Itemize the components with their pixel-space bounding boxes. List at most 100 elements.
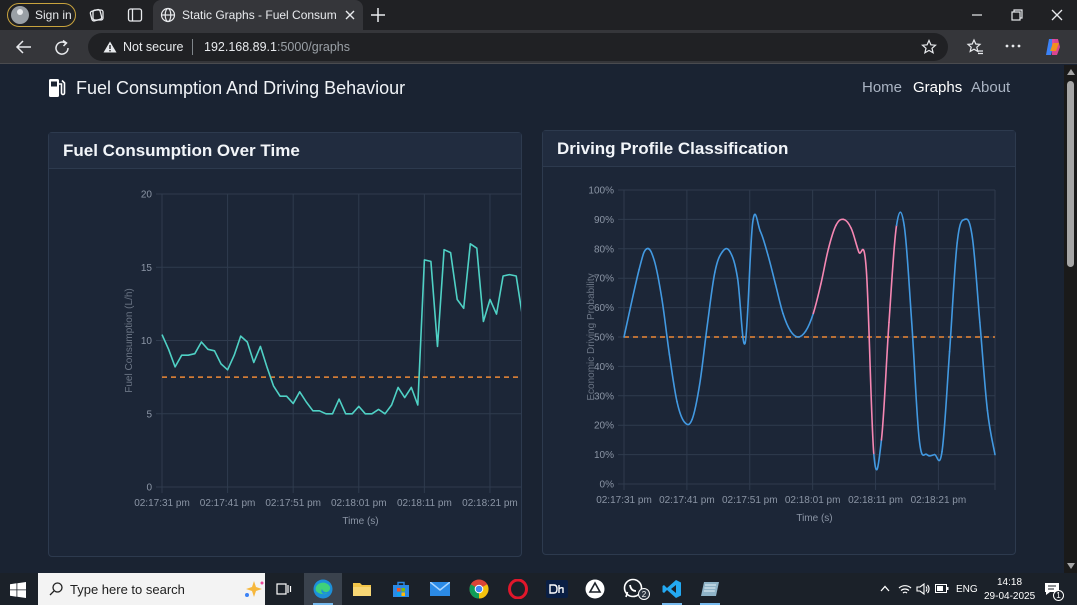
profile-series-segment (963, 218, 974, 238)
file-explorer-button[interactable] (343, 573, 381, 605)
restore-icon[interactable] (1009, 7, 1025, 23)
notes-app-icon (701, 582, 719, 596)
profile-series-segment (910, 321, 921, 441)
browser-tab-bar: Sign in Static Graphs - Fuel Consumption (0, 0, 1077, 30)
copilot-icon[interactable] (1043, 37, 1063, 57)
chrome-icon (469, 579, 489, 599)
profile-series-segment (986, 409, 996, 456)
profile-series-segment (767, 253, 777, 285)
nav-graphs[interactable]: Graphs (913, 79, 962, 96)
x-tick-label: 02:17:51 pm (265, 498, 321, 509)
minimize-icon[interactable] (969, 7, 985, 23)
whatsapp-button[interactable]: 2 (615, 573, 653, 605)
mail-icon (430, 582, 450, 596)
notification-badge: 1 (1053, 590, 1064, 601)
vscode-button[interactable] (653, 573, 691, 605)
profile-series-segment (880, 321, 890, 441)
clock-time[interactable]: 14:18 (997, 577, 1022, 588)
profile-series-segment (827, 224, 837, 250)
x-tick-label: 02:17:41 pm (659, 495, 715, 506)
task-view-icon (276, 583, 292, 595)
page-scrollbar[interactable] (1064, 65, 1077, 573)
y-tick-label: 5 (146, 409, 152, 420)
profile-series-segment (751, 213, 762, 232)
profile-series-segment (698, 324, 709, 385)
fuel-card-header: Fuel Consumption Over Time (49, 133, 521, 169)
close-window-icon[interactable] (1049, 7, 1065, 23)
scroll-up-icon[interactable] (1067, 69, 1075, 75)
workspaces-icon[interactable] (88, 6, 106, 24)
edge-taskbar-button[interactable] (304, 573, 342, 605)
task-view-button[interactable] (265, 573, 303, 605)
gas-pump-icon (49, 79, 66, 97)
y-tick-label: 60% (594, 303, 614, 314)
profile-series-segment (676, 400, 686, 424)
dev-app-button[interactable] (538, 573, 576, 605)
profile-series-segment (782, 312, 792, 332)
scroll-down-icon[interactable] (1067, 563, 1075, 569)
x-tick-label: 02:17:51 pm (722, 495, 778, 506)
y-tick-label: 90% (594, 215, 614, 226)
favorite-star-icon[interactable] (921, 39, 937, 55)
x-tick-label: 02:18:21 pm (911, 495, 967, 506)
scroll-thumb[interactable] (1067, 81, 1074, 267)
y-tick-label: 20% (594, 421, 614, 432)
back-arrow-icon[interactable] (15, 39, 33, 55)
profile-series-segment (956, 218, 966, 244)
search-highlight-icon[interactable] (243, 579, 265, 599)
profile-series-segment (729, 250, 739, 279)
search-placeholder: Type here to search (70, 582, 185, 597)
battery-icon[interactable] (935, 584, 949, 593)
language-indicator[interactable]: ENG (956, 584, 978, 595)
x-tick-label: 02:17:31 pm (134, 498, 190, 509)
profile-chart-title: Driving Profile Classification (557, 139, 789, 158)
y-tick-label: 80% (594, 244, 614, 255)
notes-app-button[interactable] (691, 573, 729, 605)
url-host: 192.168.89.1 (204, 40, 277, 54)
profile-series-segment (736, 277, 746, 345)
close-tab-icon[interactable] (343, 8, 357, 22)
reload-icon[interactable] (53, 39, 71, 57)
x-tick-label: 02:18:21 pm (462, 498, 518, 509)
vscode-icon (662, 580, 681, 598)
y-tick-label: 30% (594, 391, 614, 402)
volume-icon[interactable] (916, 583, 930, 595)
profile-series-segment (653, 259, 663, 300)
tab-actions-icon[interactable] (126, 6, 144, 24)
sign-in-button[interactable]: Sign in (7, 3, 76, 27)
chrome-button[interactable] (460, 573, 498, 605)
dev-app-icon (546, 580, 568, 598)
profile-series-segment (971, 236, 981, 324)
nav-about[interactable]: About (971, 79, 1010, 96)
brand-title[interactable]: Fuel Consumption And Driving Behaviour (76, 78, 405, 99)
x-tick-label: 02:17:41 pm (200, 498, 256, 509)
x-tick-label: 02:18:11 pm (848, 495, 903, 506)
mail-button[interactable] (421, 573, 459, 605)
fuel-series-line (161, 243, 521, 415)
profile-series-segment (948, 242, 958, 353)
whatsapp-badge: 2 (638, 588, 650, 600)
y-tick-label: 50% (594, 333, 614, 344)
new-tab-icon[interactable] (369, 6, 387, 24)
windows-start-icon[interactable] (10, 582, 26, 598)
profile-series-segment (706, 271, 716, 327)
y-tick-label: 0% (600, 480, 615, 491)
url-input[interactable]: Not secure 192.168.89.1:5000/graphs (88, 33, 948, 61)
x-tick-label: 02:18:11 pm (397, 498, 452, 509)
tab-static-graphs[interactable]: Static Graphs - Fuel Consumption (153, 0, 363, 30)
security-status[interactable]: Not secure (123, 40, 183, 54)
profile-avatar-icon (11, 6, 29, 24)
show-hidden-icons-icon[interactable] (880, 585, 890, 592)
store-button[interactable] (382, 573, 420, 605)
warning-icon[interactable] (103, 41, 117, 53)
nav-home[interactable]: Home (862, 79, 902, 96)
wifi-icon[interactable] (898, 583, 912, 595)
clock-date[interactable]: 29-04-2025 (984, 591, 1035, 602)
favorites-icon[interactable] (966, 38, 984, 56)
profile-series-segment (812, 283, 822, 315)
more-options-icon[interactable] (1005, 43, 1021, 49)
y-tick-label: 10% (594, 450, 614, 461)
chatgpt-button[interactable] (576, 573, 614, 605)
opera-button[interactable] (499, 573, 537, 605)
taskbar-search-input[interactable]: Type here to search (38, 573, 265, 605)
